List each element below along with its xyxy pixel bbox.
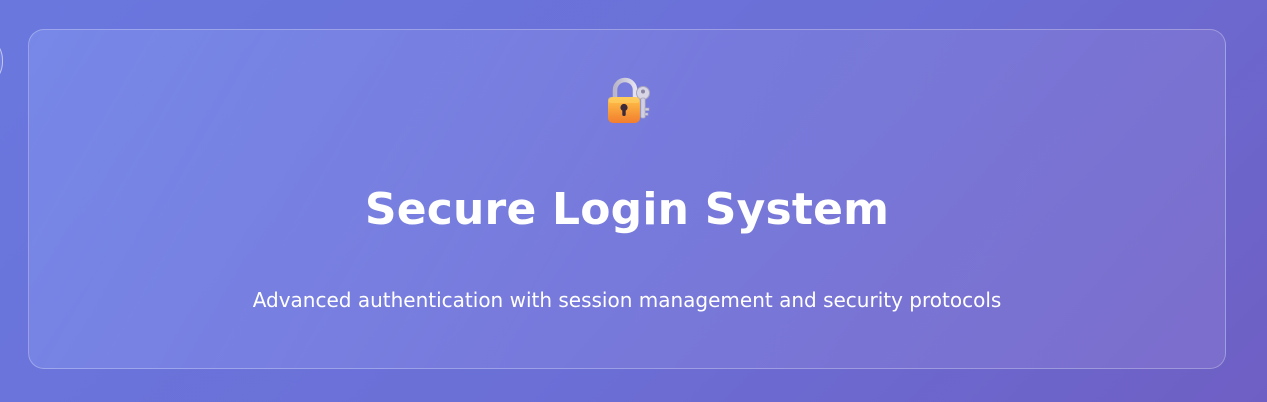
page-title: Secure Login System [364, 184, 890, 235]
lock-with-key-icon [608, 77, 650, 123]
page-subtitle: Advanced authentication with session man… [252, 288, 1002, 312]
hero-card: Secure Login System Advanced authenticat… [28, 29, 1226, 369]
edge-decoration [0, 34, 3, 88]
